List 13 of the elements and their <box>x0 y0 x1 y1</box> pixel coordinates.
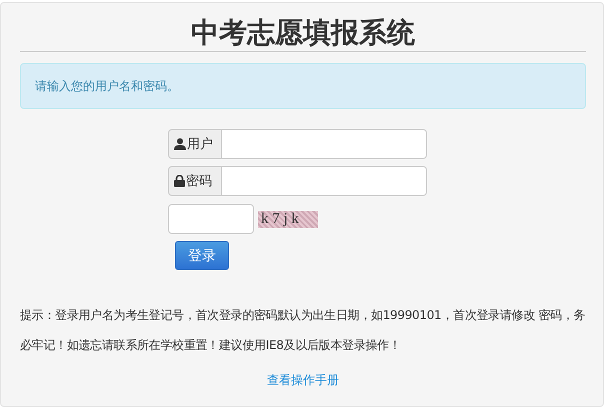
field-label: 用户 <box>187 136 213 153</box>
page-title: 中考志愿填报系统 <box>20 15 586 52</box>
manual-link[interactable]: 查看操作手册 <box>267 372 339 389</box>
user-icon <box>174 138 186 150</box>
hint-text: 提示：登录用户名为考生登记号，首次登录的密码默认为出生日期，如19990101，首次登录请修改 密码，务必牢记！如遗忘请联系所在学校重置！建议使用IE8及以后版本登录操作！ <box>20 307 586 354</box>
captcha-input[interactable] <box>168 204 254 234</box>
field-label: 密码 <box>186 173 212 190</box>
input-field[interactable] <box>222 166 427 196</box>
captcha-image[interactable]: k 7 j k <box>258 210 318 228</box>
info-alert: 请输入您的用户名和密码。 <box>20 63 586 109</box>
lock-icon <box>174 175 185 187</box>
login-button[interactable]: 登录 <box>175 241 229 270</box>
input-field[interactable] <box>222 129 427 159</box>
